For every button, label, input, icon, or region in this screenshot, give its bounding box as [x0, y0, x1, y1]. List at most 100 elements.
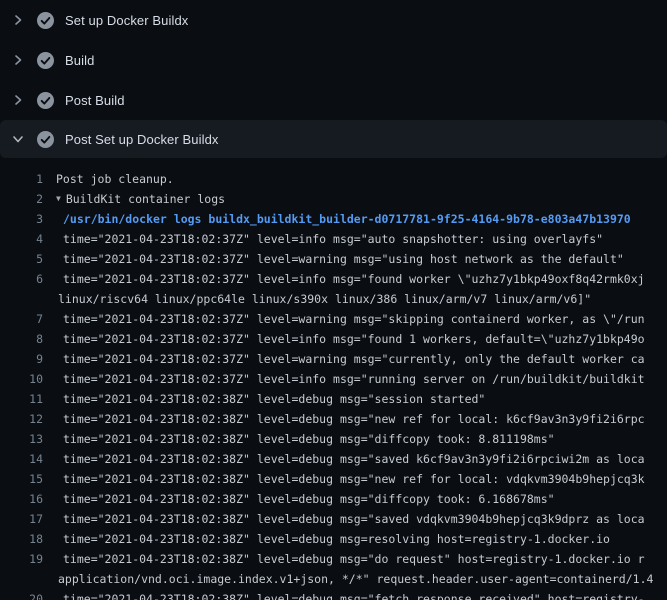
line-number[interactable]: 17 [0, 509, 43, 529]
chevron-icon[interactable] [12, 133, 24, 145]
step-label: Post Set up Docker Buildx [65, 132, 219, 147]
line-content: /usr/bin/docker logs buildx_buildkit_bui… [43, 209, 667, 229]
line-number[interactable]: 5 [0, 249, 43, 269]
log-line: 10 time="2021-04-23T18:02:37Z" level=inf… [0, 369, 667, 389]
chevron-right-icon [12, 94, 24, 106]
line-number[interactable]: 4 [0, 229, 43, 249]
log-line: 12 time="2021-04-23T18:02:38Z" level=deb… [0, 409, 667, 429]
line-text: time="2021-04-23T18:02:37Z" level=warnin… [63, 349, 645, 369]
log-line: 15 time="2021-04-23T18:02:38Z" level=deb… [0, 469, 667, 489]
line-number[interactable]: 19 [0, 549, 43, 569]
log-line: 4 time="2021-04-23T18:02:37Z" level=info… [0, 229, 667, 249]
step-row-build[interactable]: Build [0, 40, 667, 80]
chevron-right-icon [12, 54, 24, 66]
line-content: time="2021-04-23T18:02:37Z" level=warnin… [43, 249, 667, 269]
line-number[interactable]: 6 [0, 269, 43, 289]
line-number[interactable]: 1 [0, 169, 43, 189]
log-line[interactable]: 2 ▼ BuildKit container logs [0, 189, 667, 209]
line-content: application/vnd.oci.image.index.v1+json,… [43, 569, 667, 589]
step-label: Build [65, 53, 94, 68]
line-number[interactable]: 7 [0, 309, 43, 329]
log-line: 20 time="2021-04-23T18:02:38Z" level=deb… [0, 589, 667, 600]
log-line: 8 time="2021-04-23T18:02:37Z" level=info… [0, 329, 667, 349]
line-number[interactable]: 10 [0, 369, 43, 389]
log-line: 7 time="2021-04-23T18:02:37Z" level=warn… [0, 309, 667, 329]
line-text: time="2021-04-23T18:02:38Z" level=debug … [63, 449, 645, 469]
step-row-set-up-docker-buildx[interactable]: Set up Docker Buildx [0, 0, 667, 40]
line-content: time="2021-04-23T18:02:38Z" level=debug … [43, 429, 667, 449]
line-text: time="2021-04-23T18:02:38Z" level=debug … [63, 469, 645, 489]
line-content: time="2021-04-23T18:02:38Z" level=debug … [43, 389, 667, 409]
check-circle-icon [37, 52, 54, 69]
line-number[interactable]: 16 [0, 489, 43, 509]
group-caret-icon[interactable]: ▼ [56, 189, 61, 209]
line-number[interactable]: 13 [0, 429, 43, 449]
line-content: time="2021-04-23T18:02:38Z" level=debug … [43, 469, 667, 489]
log-line: 17 time="2021-04-23T18:02:38Z" level=deb… [0, 509, 667, 529]
line-text: /usr/bin/docker logs buildx_buildkit_bui… [63, 209, 631, 229]
line-number[interactable]: 8 [0, 329, 43, 349]
line-number[interactable]: 20 [0, 589, 43, 600]
line-content: time="2021-04-23T18:02:38Z" level=debug … [43, 409, 667, 429]
line-content: time="2021-04-23T18:02:37Z" level=info m… [43, 329, 667, 349]
chevron-down-icon [12, 133, 24, 145]
check-circle-icon [37, 12, 54, 29]
line-content: ▼ BuildKit container logs [43, 189, 667, 209]
chevron-right-icon [12, 14, 24, 26]
line-content: time="2021-04-23T18:02:38Z" level=debug … [43, 549, 667, 569]
line-text: time="2021-04-23T18:02:38Z" level=debug … [63, 529, 610, 549]
line-content: time="2021-04-23T18:02:38Z" level=debug … [43, 489, 667, 509]
log-line: 19 time="2021-04-23T18:02:38Z" level=deb… [0, 549, 667, 569]
log-container: 1 Post job cleanup. 2 ▼ BuildKit contain… [0, 158, 667, 600]
step-label: Post Build [65, 93, 125, 108]
log-line: 11 time="2021-04-23T18:02:38Z" level=deb… [0, 389, 667, 409]
line-text: time="2021-04-23T18:02:38Z" level=debug … [63, 509, 645, 529]
line-content: time="2021-04-23T18:02:38Z" level=debug … [43, 449, 667, 469]
line-content: time="2021-04-23T18:02:37Z" level=warnin… [43, 349, 667, 369]
chevron-icon[interactable] [12, 94, 24, 106]
check-circle-icon [37, 92, 54, 109]
step-row-post-build[interactable]: Post Build [0, 80, 667, 120]
line-text: time="2021-04-23T18:02:37Z" level=info m… [63, 229, 603, 249]
line-text: Post job cleanup. [56, 169, 174, 189]
line-content: time="2021-04-23T18:02:37Z" level=warnin… [43, 309, 667, 329]
line-number[interactable]: 11 [0, 389, 43, 409]
log-line: 13 time="2021-04-23T18:02:38Z" level=deb… [0, 429, 667, 449]
chevron-icon[interactable] [12, 54, 24, 66]
line-content: Post job cleanup. [43, 169, 667, 189]
line-number[interactable]: 15 [0, 469, 43, 489]
line-text: application/vnd.oci.image.index.v1+json,… [58, 569, 653, 589]
log-line: 5 time="2021-04-23T18:02:37Z" level=warn… [0, 249, 667, 269]
line-content: time="2021-04-23T18:02:38Z" level=debug … [43, 589, 667, 600]
check-circle-icon [37, 131, 54, 148]
line-number[interactable]: 9 [0, 349, 43, 369]
line-text: time="2021-04-23T18:02:37Z" level=info m… [63, 369, 645, 389]
actions-log-viewer: { "colors": { "page_background": "#0a0d1… [0, 0, 667, 600]
line-number[interactable]: 12 [0, 409, 43, 429]
line-text: time="2021-04-23T18:02:38Z" level=debug … [63, 409, 645, 429]
line-text: time="2021-04-23T18:02:37Z" level=info m… [63, 269, 645, 289]
line-content: time="2021-04-23T18:02:37Z" level=info m… [43, 369, 667, 389]
log-line: 3 /usr/bin/docker logs buildx_buildkit_b… [0, 209, 667, 229]
log-line: application/vnd.oci.image.index.v1+json,… [0, 569, 667, 589]
line-number[interactable]: 3 [0, 209, 43, 229]
log-line: 6 time="2021-04-23T18:02:37Z" level=info… [0, 269, 667, 289]
log-line: 9 time="2021-04-23T18:02:37Z" level=warn… [0, 349, 667, 369]
line-text: time="2021-04-23T18:02:38Z" level=debug … [63, 429, 555, 449]
chevron-icon[interactable] [12, 14, 24, 26]
line-content: time="2021-04-23T18:02:37Z" level=info m… [43, 229, 667, 249]
line-number[interactable]: 14 [0, 449, 43, 469]
line-text: time="2021-04-23T18:02:37Z" level=warnin… [63, 309, 645, 329]
log-line: 1 Post job cleanup. [0, 169, 667, 189]
line-text: time="2021-04-23T18:02:38Z" level=debug … [63, 389, 485, 409]
step-row-post-set-up-docker-buildx[interactable]: Post Set up Docker Buildx [0, 120, 667, 158]
line-number[interactable]: 18 [0, 529, 43, 549]
line-text: BuildKit container logs [66, 189, 225, 209]
line-text: time="2021-04-23T18:02:37Z" level=warnin… [63, 249, 624, 269]
log-line: 18 time="2021-04-23T18:02:38Z" level=deb… [0, 529, 667, 549]
step-label: Set up Docker Buildx [65, 13, 188, 28]
line-number[interactable]: 2 [0, 189, 43, 209]
log-line: 14 time="2021-04-23T18:02:38Z" level=deb… [0, 449, 667, 469]
log-line: 16 time="2021-04-23T18:02:38Z" level=deb… [0, 489, 667, 509]
line-text: time="2021-04-23T18:02:38Z" level=debug … [63, 489, 555, 509]
